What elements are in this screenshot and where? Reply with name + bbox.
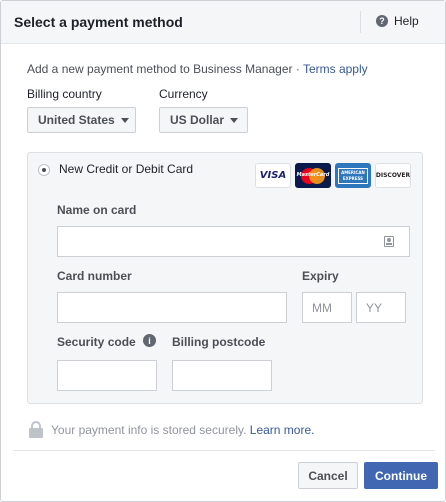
terms-link[interactable]: Terms apply	[303, 62, 368, 76]
payment-method-dialog: Select a payment method ? Help Add a new…	[0, 0, 446, 502]
billing-postcode-input[interactable]	[172, 360, 272, 391]
amex-icon: AMERICAN EXPRESS	[335, 163, 371, 188]
name-on-card-label: Name on card	[57, 203, 137, 217]
new-card-option-label: New Credit or Debit Card	[59, 162, 194, 176]
new-card-radio[interactable]	[38, 164, 50, 176]
billing-country-label: Billing country	[27, 87, 102, 101]
discover-icon-label: DISCOVER	[375, 172, 411, 179]
mastercard-icon-label: MasterCard	[296, 172, 330, 178]
dialog-header: Select a payment method ? Help	[1, 1, 445, 44]
learn-more-link[interactable]: Learn more.	[250, 423, 315, 437]
security-code-input[interactable]	[57, 360, 157, 391]
radio-selected-dot	[42, 168, 46, 172]
footer-divider	[13, 450, 435, 451]
mastercard-icon: MasterCard	[295, 163, 331, 188]
amex-icon-label: AMERICAN EXPRESS	[338, 167, 368, 184]
expiry-label: Expiry	[302, 269, 339, 283]
expiry-month-input[interactable]: MM	[302, 292, 352, 323]
chevron-down-icon	[230, 117, 239, 123]
header-divider	[360, 11, 361, 33]
dialog-title: Select a payment method	[14, 14, 183, 30]
visa-icon-label: VISA	[259, 170, 287, 181]
security-note-text: Your payment info is stored securely.	[51, 423, 250, 437]
billing-country-value: United States	[38, 113, 115, 127]
expiry-year-input[interactable]: YY	[356, 292, 406, 323]
discover-icon: DISCOVER	[375, 163, 411, 188]
currency-value: US Dollar	[170, 113, 225, 127]
billing-country-select[interactable]: United States	[27, 107, 136, 133]
contact-card-icon	[384, 236, 394, 247]
cancel-button[interactable]: Cancel	[298, 462, 358, 489]
billing-postcode-label: Billing postcode	[172, 335, 266, 349]
help-icon: ?	[376, 15, 388, 27]
intro-description: Add a new payment method to Business Man…	[27, 62, 303, 76]
currency-label: Currency	[159, 87, 208, 101]
lock-body	[29, 428, 43, 438]
visa-icon: VISA	[255, 163, 291, 188]
lock-icon	[29, 421, 43, 438]
chevron-down-icon	[120, 117, 129, 123]
security-note: Your payment info is stored securely. Le…	[51, 423, 314, 437]
name-on-card-input[interactable]	[57, 226, 410, 257]
info-icon[interactable]: i	[143, 334, 156, 347]
security-code-label: Security code	[57, 335, 136, 349]
currency-select[interactable]: US Dollar	[159, 107, 248, 133]
card-number-label: Card number	[57, 269, 132, 283]
help-label: Help	[394, 14, 419, 28]
card-number-input[interactable]	[57, 292, 287, 323]
intro-text: Add a new payment method to Business Man…	[27, 62, 368, 76]
help-button[interactable]: ? Help	[376, 14, 419, 28]
continue-button[interactable]: Continue	[364, 462, 438, 489]
